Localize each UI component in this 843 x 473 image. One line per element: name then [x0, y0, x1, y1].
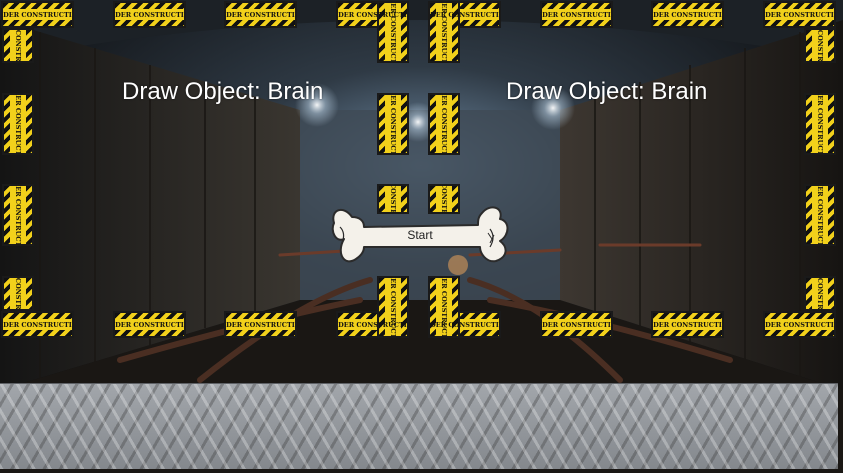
under-construction-sign: UNDER CONSTRUCTION — [804, 28, 836, 63]
under-construction-sign: UNDER CONSTRUCTION — [804, 184, 836, 246]
under-construction-sign: UNDER CONSTRUCTION — [428, 93, 460, 155]
under-construction-sign: UNDER CONSTRUCTION — [540, 311, 613, 338]
under-construction-sign: UNDER CONSTRUCTION — [113, 311, 186, 338]
under-construction-sign: UNDER CONSTRUCTION — [540, 1, 613, 28]
under-construction-sign: UNDER CONSTRUCTION — [224, 311, 297, 338]
start-button-label: Start — [407, 228, 433, 242]
under-construction-sign: UNDER CONSTRUCTION — [2, 276, 34, 311]
under-construction-sign: UNDER CONSTRUCTION — [113, 1, 186, 28]
draw-object-label-left: Draw Object: Brain — [122, 78, 324, 105]
metal-floor — [0, 383, 838, 469]
under-construction-sign: UNDER CONSTRUCTION — [651, 1, 724, 28]
under-construction-sign: UNDER CONSTRUCTION — [763, 311, 836, 338]
under-construction-sign: UNDER CONSTRUCTION — [804, 93, 836, 155]
under-construction-sign: UNDER CONSTRUCTION — [377, 93, 409, 155]
under-construction-sign: UNDER CONSTRUCTION — [428, 276, 460, 338]
under-construction-sign: UNDER CONSTRUCTION — [2, 93, 34, 155]
draw-object-label-right: Draw Object: Brain — [506, 78, 708, 105]
game-stage: Draw Object: Brain Draw Object: Brain UN… — [0, 0, 843, 473]
under-construction-sign: UNDER CONSTRUCTION — [1, 1, 74, 28]
under-construction-sign: UNDER CONSTRUCTION — [763, 1, 836, 28]
under-construction-sign: UNDER CONSTRUCTION — [2, 184, 34, 246]
start-button[interactable]: Start — [330, 203, 510, 269]
under-construction-sign: UNDER CONSTRUCTION — [804, 276, 836, 311]
under-construction-sign: UNDER CONSTRUCTION — [1, 311, 74, 338]
under-construction-sign: UNDER CONSTRUCTION — [377, 276, 409, 338]
under-construction-sign: UNDER CONSTRUCTION — [224, 1, 297, 28]
under-construction-sign: UNDER CONSTRUCTION — [2, 28, 34, 63]
under-construction-sign: UNDER CONSTRUCTION — [651, 311, 724, 338]
